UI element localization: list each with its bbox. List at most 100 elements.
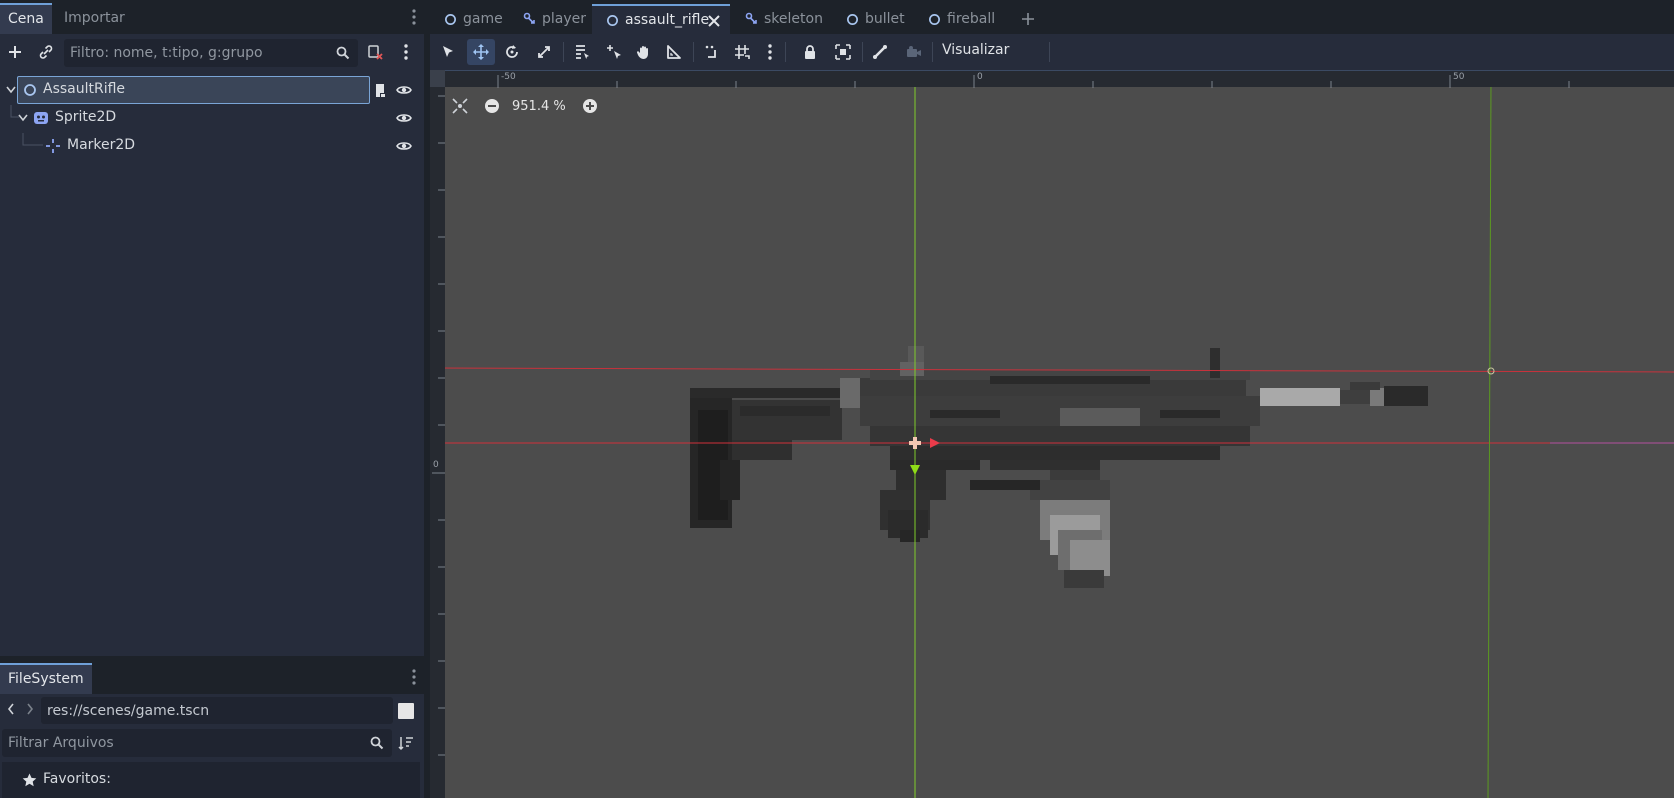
rotate-mode-button[interactable] (498, 39, 526, 65)
group-button[interactable] (829, 39, 857, 65)
center-view-icon[interactable] (452, 98, 468, 114)
scene-options-icon[interactable] (393, 39, 419, 65)
node-circle-icon (847, 13, 858, 25)
lock-button[interactable] (796, 39, 824, 65)
marker2d-icon (46, 139, 60, 153)
chevron-down-icon[interactable] (18, 114, 28, 122)
ruler-label: 0 (977, 72, 983, 82)
visibility-eye-icon[interactable] (396, 112, 412, 124)
tab-bullet[interactable]: bullet (838, 4, 918, 34)
tab-label: player (542, 11, 587, 27)
canvas-scene (430, 70, 1674, 798)
filesystem-path-input[interactable]: res://scenes/game.tscn (41, 697, 393, 724)
canvas-toolbar: Visualizar (430, 34, 1674, 70)
tab-filesystem[interactable]: FileSystem (0, 663, 92, 694)
tab-skeleton[interactable]: skeleton (736, 4, 828, 34)
horizontal-ruler[interactable]: -50 0 50 (430, 70, 1674, 88)
pivot-mode-button[interactable] (600, 39, 628, 65)
camera-override-button[interactable] (900, 39, 928, 65)
list-select-button[interactable] (568, 39, 596, 65)
visibility-eye-icon[interactable] (396, 140, 412, 152)
tree-guide-line (22, 133, 43, 146)
assault-rifle-sprite[interactable] (690, 346, 1428, 588)
favorites-list: Favoritos: (2, 762, 420, 798)
move-icon (473, 44, 489, 60)
filesystem-path-text: res://scenes/game.tscn (47, 702, 210, 719)
tab-scene[interactable]: Cena (0, 3, 52, 34)
snap-options-button[interactable] (756, 39, 784, 65)
add-node-icon[interactable] (2, 39, 28, 65)
smart-snap-icon (705, 45, 716, 58)
tab-import[interactable]: Importar (56, 3, 133, 34)
favorites-label: Favoritos: (43, 771, 111, 787)
scene-dock: Cena Importar Filtro: nome, t:tipo, g:gr… (0, 0, 424, 798)
skeleton-node-icon (745, 12, 757, 24)
group-icon (835, 44, 851, 60)
tree-item-assaultrifle[interactable]: AssaultRifle (0, 77, 424, 103)
clear-inheritance-icon[interactable] (362, 39, 388, 65)
instance-scene-icon[interactable] (33, 39, 59, 65)
chevron-down-icon[interactable] (6, 86, 16, 94)
select-mode-button[interactable] (434, 39, 462, 65)
list-select-icon (576, 45, 589, 59)
tree-item-label: Marker2D (67, 137, 136, 153)
filesystem-filter-input[interactable]: Filtrar Arquivos (2, 729, 392, 757)
star-icon (22, 773, 37, 787)
ruler-corner (430, 70, 445, 87)
sort-icon[interactable] (398, 735, 414, 751)
search-icon (336, 46, 350, 60)
tab-game[interactable]: game (436, 4, 506, 34)
vertical-ruler[interactable]: 0 (430, 87, 445, 798)
guide-line-vertical[interactable] (1487, 79, 1492, 798)
grid-snap-icon (735, 45, 750, 59)
forward-arrow-icon[interactable] (26, 703, 34, 715)
pivot-icon (607, 45, 621, 59)
tree-item-sprite2d[interactable]: Sprite2D (0, 105, 424, 131)
tab-label: game (463, 11, 503, 27)
dock-menu-icon[interactable] (412, 9, 416, 25)
toggle-split-icon[interactable] (398, 703, 414, 719)
scene-tabs-bar: game player assault_rifle skeleton bulle… (430, 0, 1674, 34)
view-menu-button[interactable]: Visualizar (942, 42, 1009, 58)
smart-snap-button[interactable] (698, 39, 726, 65)
filesystem-filter-placeholder: Filtrar Arquivos (8, 735, 114, 751)
ruler-label: 0 (433, 460, 439, 470)
grid-snap-button[interactable] (728, 39, 756, 65)
scene-filter-placeholder: Filtro: nome, t:tipo, g:grupo (70, 45, 263, 61)
close-icon[interactable] (708, 15, 720, 27)
pan-mode-button[interactable] (630, 39, 658, 65)
scale-icon (538, 46, 550, 58)
tree-item-marker2d[interactable]: Marker2D (0, 133, 424, 159)
rotate-icon (506, 45, 518, 58)
back-arrow-icon[interactable] (7, 703, 15, 715)
node-circle-icon (607, 14, 618, 26)
zoom-level[interactable]: 951.4 % (512, 99, 572, 114)
zoom-out-icon[interactable] (484, 98, 500, 114)
tree-item-label: AssaultRifle (43, 81, 126, 97)
ruler-mode-button[interactable] (660, 39, 688, 65)
lock-icon (805, 45, 815, 59)
tab-fireball[interactable]: fireball (920, 4, 1004, 34)
new-tab-button[interactable] (1013, 4, 1043, 34)
tab-label: skeleton (764, 11, 823, 27)
script-icon[interactable] (373, 82, 387, 98)
move-mode-button[interactable] (467, 39, 495, 65)
scale-mode-button[interactable] (530, 39, 558, 65)
search-icon (370, 736, 384, 750)
tab-assault-rifle[interactable]: assault_rifle (592, 4, 730, 34)
tree-item-label: Sprite2D (55, 109, 117, 125)
tab-label: fireball (947, 11, 996, 27)
scene-filter-input[interactable]: Filtro: nome, t:tipo, g:grupo (64, 39, 358, 67)
ruler-label: 50 (1453, 72, 1465, 82)
zoom-in-icon[interactable] (582, 98, 598, 114)
canvas-viewport[interactable] (430, 70, 1674, 798)
visibility-eye-icon[interactable] (396, 84, 412, 96)
camera-icon (907, 46, 921, 57)
tab-label: bullet (865, 11, 905, 27)
pointer-icon (443, 46, 453, 57)
scene-dock-tabs: Cena Importar (0, 0, 424, 34)
kebab-menu-icon (768, 44, 772, 60)
skeleton-options-button[interactable] (866, 39, 894, 65)
dock-menu-icon[interactable] (412, 669, 416, 685)
ruler-label: -50 (501, 72, 516, 82)
